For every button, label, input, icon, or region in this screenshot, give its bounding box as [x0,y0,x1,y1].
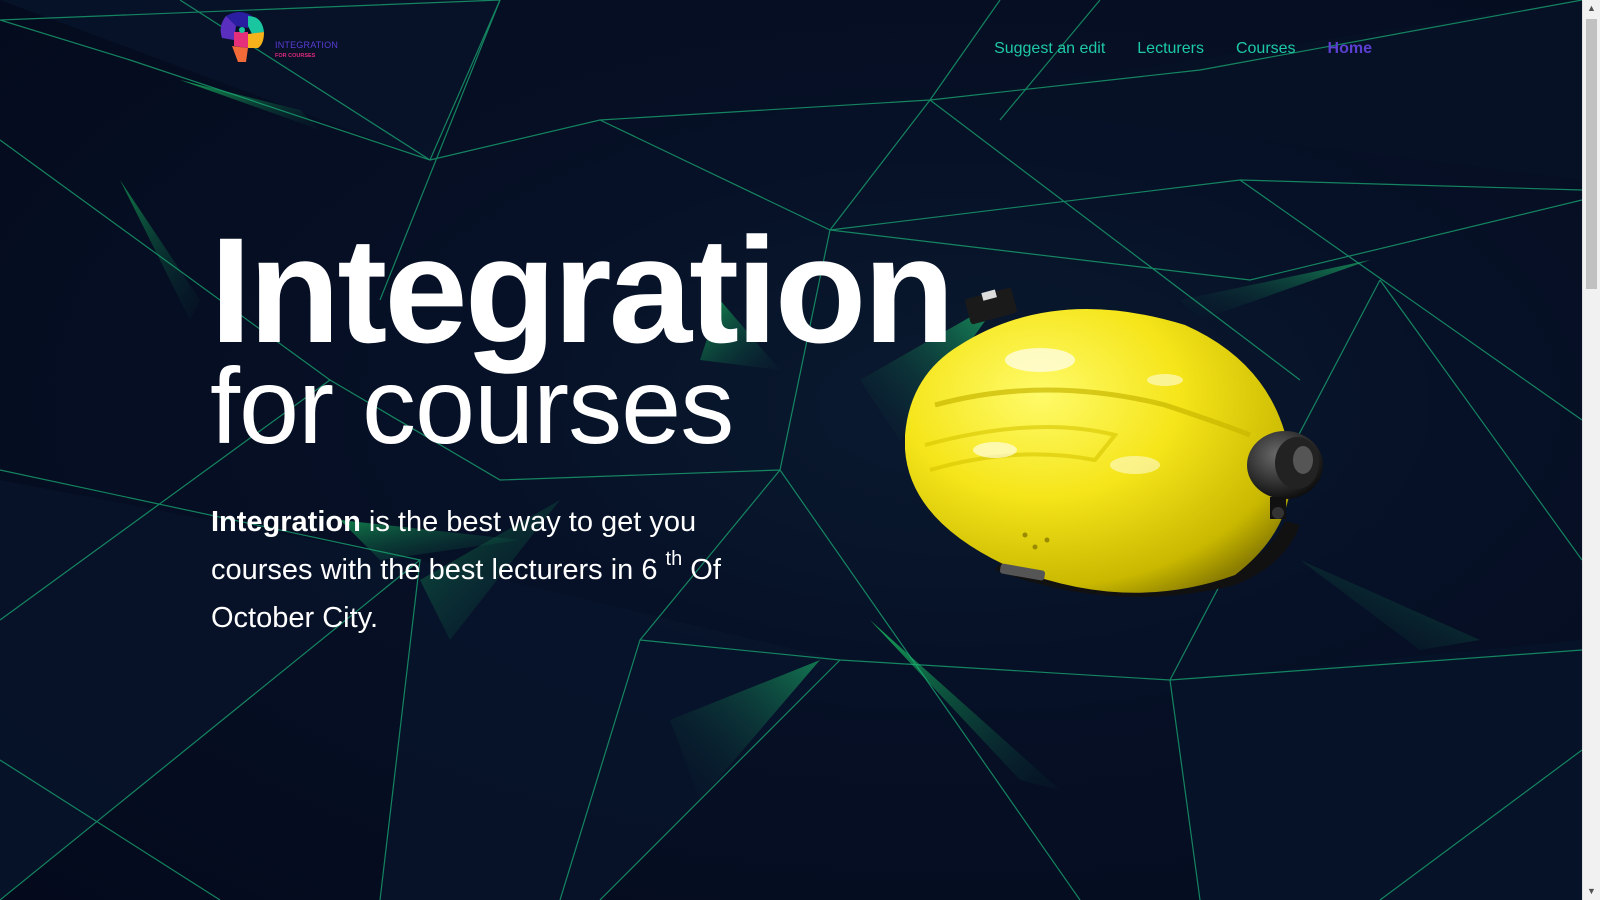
nav-link-lecturers[interactable]: Lecturers [1137,40,1204,58]
puzzle-head-icon [220,12,264,62]
nav-link-courses[interactable]: Courses [1236,40,1296,58]
main-nav: Suggest an edit Lecturers Courses Home [994,40,1372,58]
nav-link-home[interactable]: Home [1328,40,1372,58]
vertical-scrollbar[interactable]: ▲ ▼ [1582,0,1600,900]
scroll-thumb[interactable] [1586,19,1597,289]
hero-title: Integration [210,206,955,374]
hero-subtitle: for courses [210,345,734,466]
scroll-down-arrow-icon[interactable]: ▼ [1583,883,1600,900]
page: INTEGRATION FOR COURSES Suggest an edit … [0,0,1600,900]
hero-desc-bold: Integration [211,506,361,538]
scroll-up-arrow-icon[interactable]: ▲ [1583,0,1600,17]
nav-link-suggest-edit[interactable]: Suggest an edit [994,40,1105,58]
yellow-hard-hat-image [905,287,1323,597]
logo-subtitle: FOR COURSES [275,53,316,59]
hero-description: Integration is the best way to get you c… [211,498,801,642]
integration-logo[interactable]: INTEGRATION FOR COURSES [218,10,358,66]
logo-title: INTEGRATION [275,40,339,50]
hero-desc-sup: th [665,548,683,570]
